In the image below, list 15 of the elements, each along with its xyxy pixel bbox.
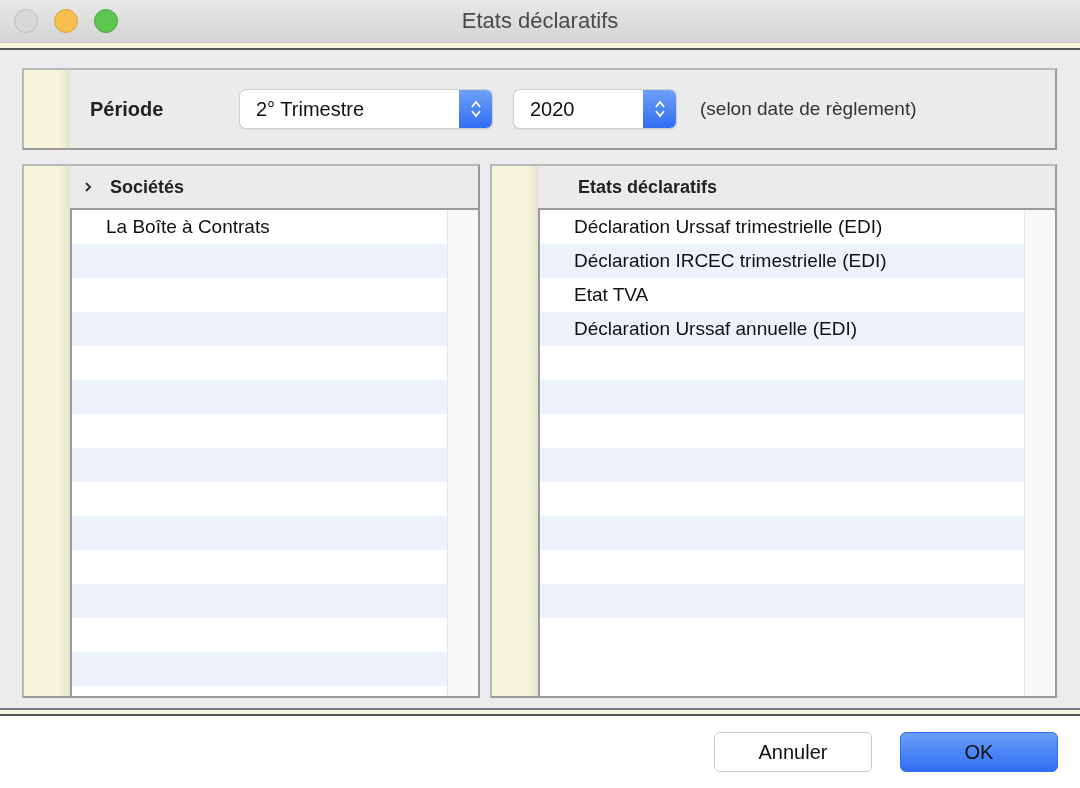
chevron-updown-icon: [653, 99, 666, 119]
quarter-dropdown[interactable]: 2° Trimestre: [240, 90, 492, 128]
list-row[interactable]: Déclaration Urssaf annuelle (EDI): [540, 312, 1024, 346]
list-row[interactable]: Déclaration IRCEC trimestrielle (EDI): [540, 244, 1024, 278]
chevron-right-icon: [84, 182, 92, 192]
ok-button[interactable]: OK: [900, 732, 1058, 772]
zoom-button[interactable]: [94, 9, 118, 33]
window-title: Etats déclaratifs: [461, 8, 619, 34]
period-note: (selon date de règlement): [700, 98, 917, 120]
period-label: Période: [90, 97, 165, 121]
minimize-button[interactable]: [54, 9, 78, 33]
cancel-button[interactable]: Annuler: [714, 732, 872, 772]
chevron-updown-icon: [469, 99, 482, 119]
close-button[interactable]: [14, 9, 38, 33]
year-dropdown[interactable]: 2020: [514, 90, 676, 128]
